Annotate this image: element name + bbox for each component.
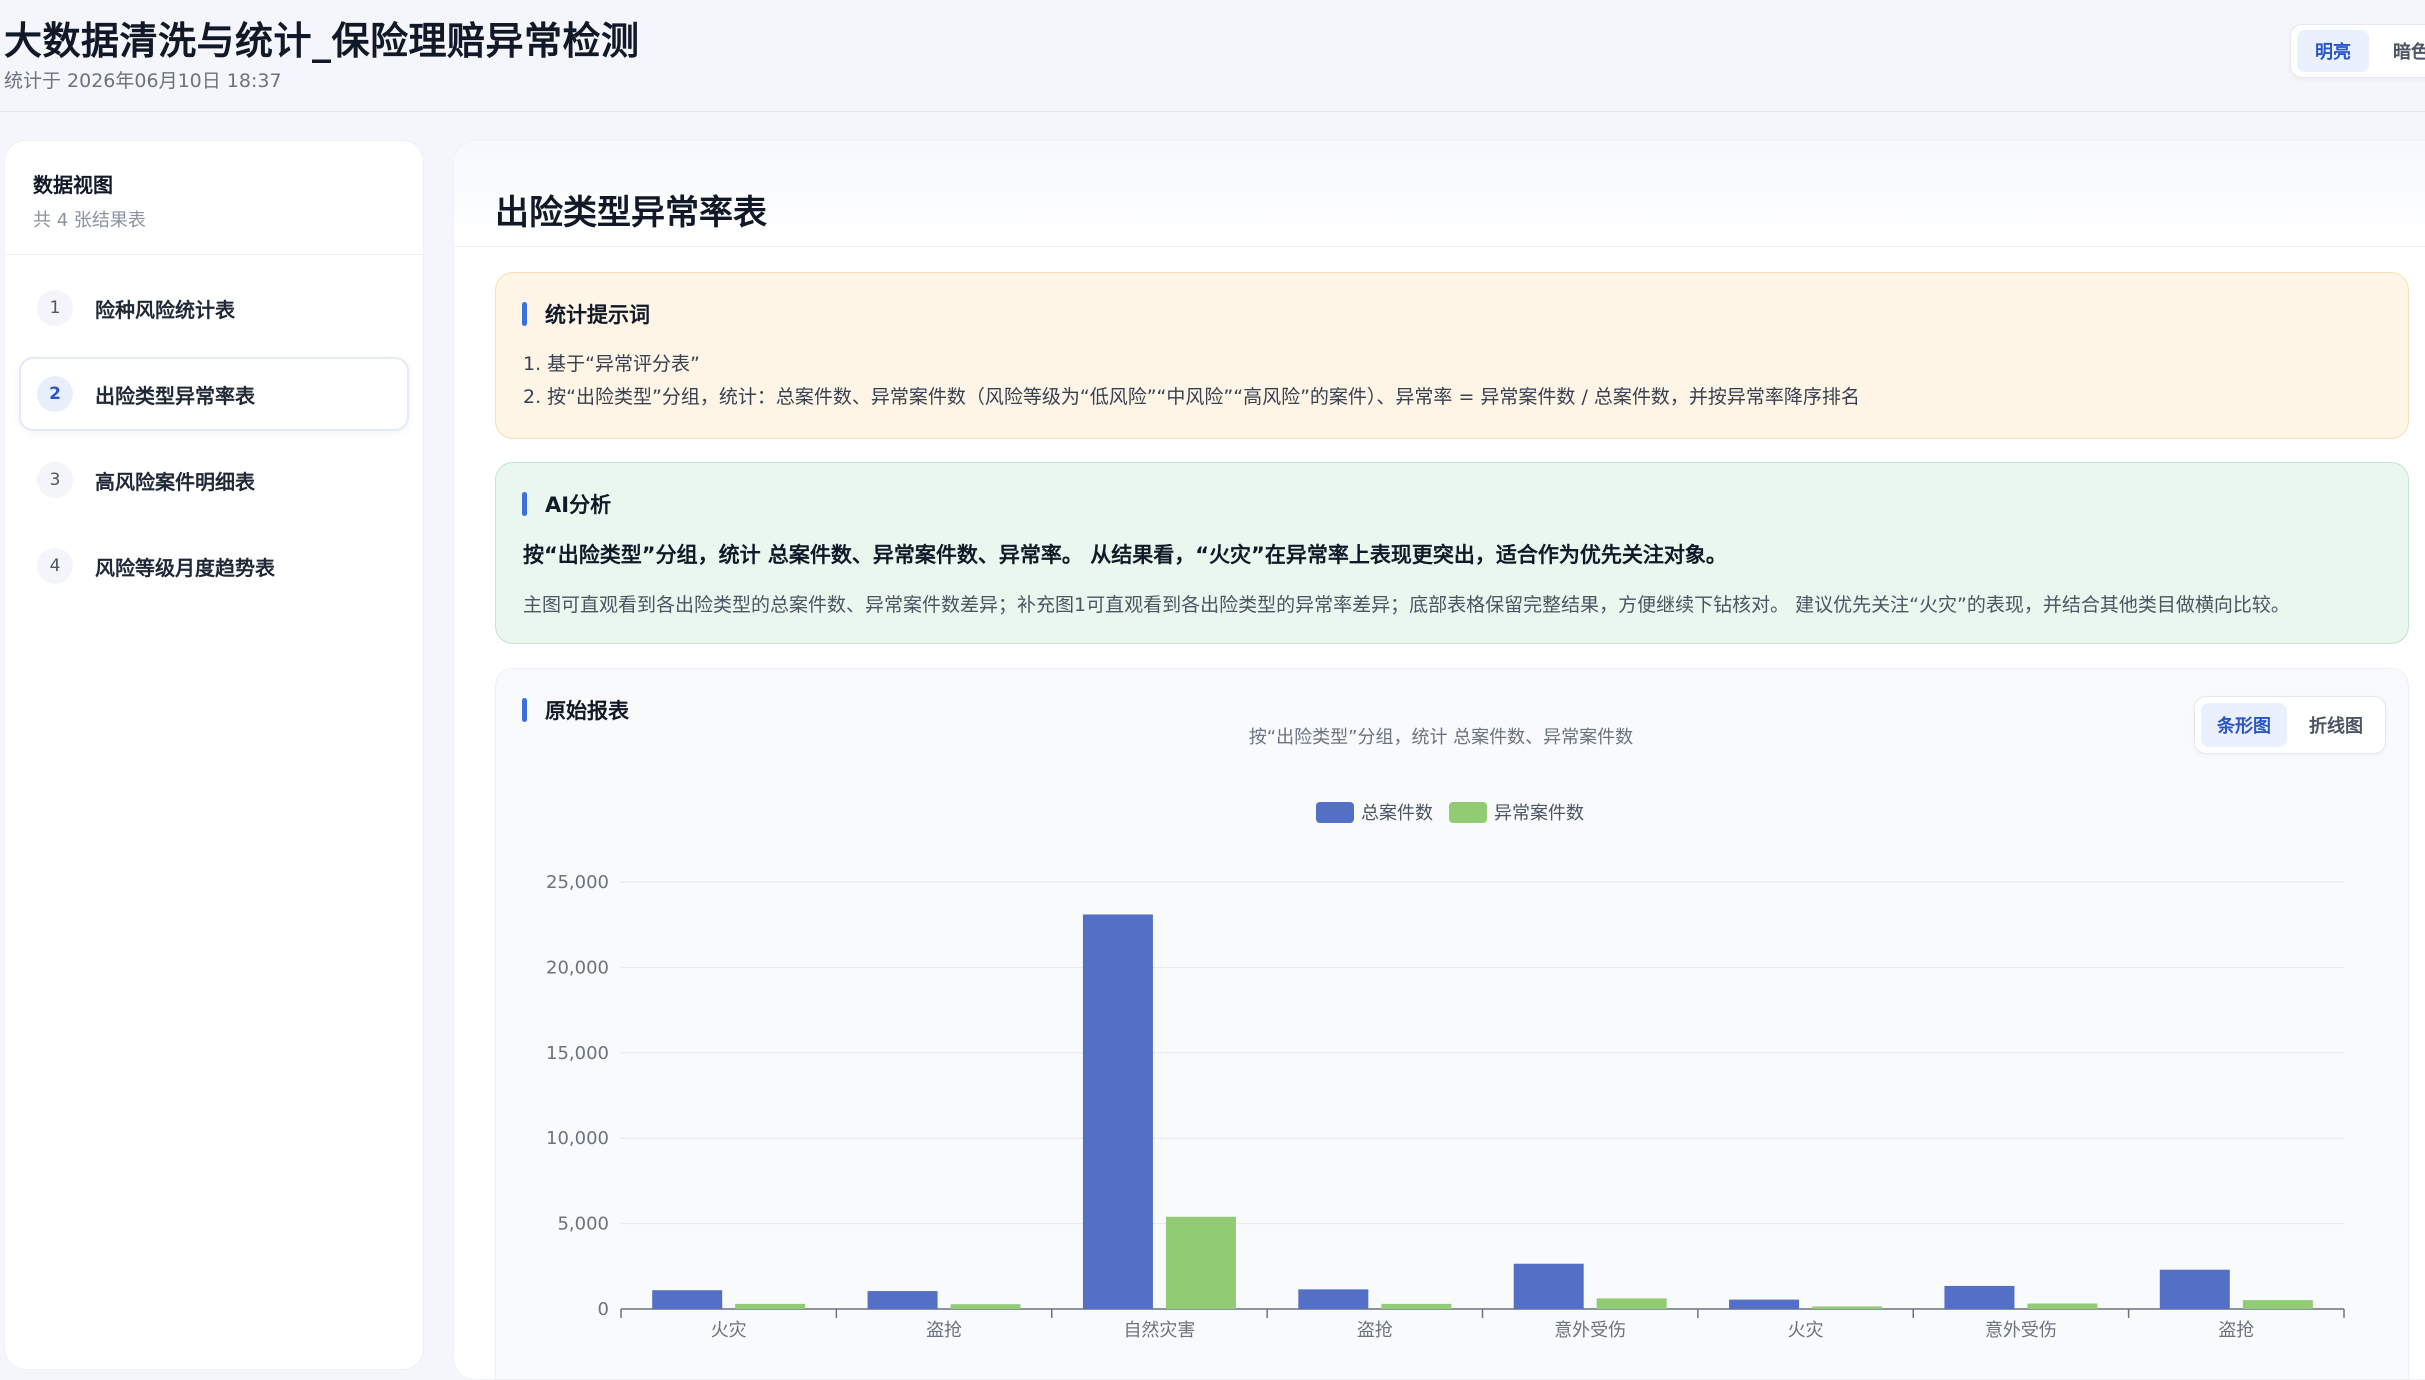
report-heading-label: 原始报表 — [545, 699, 629, 723]
bar-total-cases — [1082, 914, 1153, 1309]
bar-anomaly-cases — [1812, 1306, 1883, 1309]
x-tick-label: 自然灾害 — [1123, 1320, 1195, 1341]
hint-heading-label: 统计提示词 — [545, 303, 650, 327]
sidebar-item-risk-stats[interactable]: 1 险种风险统计表 — [19, 271, 409, 345]
ai-detail: 主图可直观看到各出险类型的总案件数、异常案件数差异；补充图1可直观看到各出险类型… — [523, 594, 2290, 616]
heading-accent-bar — [522, 302, 527, 326]
heading-accent-bar — [522, 492, 527, 516]
y-tick-label: 10,000 — [546, 1128, 609, 1149]
hint-heading: 统计提示词 — [522, 299, 650, 329]
sidebar-item-number: 3 — [37, 462, 73, 498]
legend-swatch — [1316, 802, 1354, 823]
y-tick-label: 0 — [598, 1299, 609, 1320]
sidebar-item-monthly-trend[interactable]: 4 风险等级月度趋势表 — [19, 529, 409, 603]
bar-total-cases — [1513, 1263, 1584, 1309]
sidebar-item-label: 风险等级月度趋势表 — [95, 555, 275, 580]
legend-label: 总案件数 — [1361, 803, 1433, 824]
main-header: 出险类型异常率表 — [454, 141, 2425, 247]
sidebar-item-high-risk-detail[interactable]: 3 高风险案件明细表 — [19, 443, 409, 517]
bar-chart-button[interactable]: 条形图 — [2201, 703, 2287, 747]
sidebar-item-label: 出险类型异常率表 — [95, 383, 255, 408]
sidebar-item-number: 1 — [37, 290, 73, 326]
chart-subtitle: 按“出险类型”分组，统计 总案件数、异常案件数 — [1249, 727, 1633, 748]
page-subtitle: 统计于 2026年06月10日 18:37 — [4, 70, 282, 92]
bar-anomaly-cases — [1165, 1216, 1236, 1309]
ai-heading: AI分析 — [522, 489, 611, 519]
bar-total-cases — [652, 1290, 723, 1309]
legend-swatch — [1449, 802, 1487, 823]
x-tick-label: 盗抢 — [926, 1320, 962, 1341]
y-tick-label: 15,000 — [546, 1043, 609, 1064]
report-heading: 原始报表 — [522, 695, 629, 725]
main-title: 出险类型异常率表 — [495, 193, 767, 233]
hint-line-1: 1. 基于“异常评分表” — [523, 353, 700, 375]
chart-type-toggle: 条形图 折线图 — [2194, 696, 2386, 754]
y-tick-label: 5,000 — [557, 1214, 609, 1235]
sidebar-header: 数据视图 共 4 张结果表 — [5, 141, 423, 255]
bar-anomaly-cases — [1381, 1303, 1452, 1309]
bar-chart: 按“出险类型”分组，统计 总案件数、异常案件数总案件数 异常案件数 0 5,000 10… — [546, 727, 2345, 1341]
app-header: 大数据清洗与统计_保险理赔异常检测 统计于 2026年06月10日 18:37 … — [0, 0, 2425, 112]
sidebar: 数据视图 共 4 张结果表 1 险种风险统计表 2 出险类型异常率表 3 高风险… — [4, 140, 424, 1370]
bar-total-cases — [1298, 1289, 1369, 1309]
sidebar-title: 数据视图 — [33, 173, 113, 197]
bar-total-cases — [867, 1291, 938, 1309]
x-tick-label: 盗抢 — [2218, 1320, 2254, 1341]
report-card: 按“出险类型”分组，统计 总案件数、异常案件数总案件数 异常案件数 0 5,000 10… — [495, 668, 2409, 1379]
theme-toggle: 明亮 暗色 — [2290, 24, 2425, 78]
ai-summary: 按“出险类型”分组，统计 总案件数、异常案件数、异常率。 从结果看，“火灾”在异… — [523, 543, 1727, 567]
bar-anomaly-cases — [2242, 1300, 2313, 1309]
ai-heading-label: AI分析 — [545, 493, 612, 517]
bar-total-cases — [1729, 1299, 1800, 1309]
line-chart-button[interactable]: 折线图 — [2293, 703, 2379, 747]
hint-line-2: 2. 按“出险类型”分组，统计：总案件数、异常案件数（风险等级为“低风险”“中风… — [523, 386, 1860, 408]
bar-anomaly-cases — [735, 1303, 806, 1309]
page-title: 大数据清洗与统计_保险理赔异常检测 — [4, 19, 640, 63]
hint-card: 统计提示词 1. 基于“异常评分表” 2. 按“出险类型”分组，统计：总案件数、… — [495, 272, 2409, 439]
sidebar-subtitle: 共 4 张结果表 — [33, 210, 146, 231]
main-panel: 出险类型异常率表 统计提示词 1. 基于“异常评分表” 2. 按“出险类型”分组… — [453, 140, 2425, 1380]
x-tick-label: 意外受伤 — [1554, 1320, 1626, 1341]
x-tick-label: 盗抢 — [1357, 1320, 1393, 1341]
sidebar-item-anomaly-rate[interactable]: 2 出险类型异常率表 — [19, 357, 409, 431]
x-tick-label: 火灾 — [1788, 1320, 1824, 1341]
sidebar-item-number: 2 — [37, 376, 73, 412]
bar-anomaly-cases — [1596, 1298, 1667, 1309]
legend-label: 异常案件数 — [1494, 803, 1584, 824]
bar-total-cases — [1944, 1285, 2015, 1309]
sidebar-item-number: 4 — [37, 548, 73, 584]
y-tick-label: 25,000 — [546, 872, 609, 893]
theme-light-button[interactable]: 明亮 — [2297, 30, 2369, 72]
x-tick-label: 火灾 — [711, 1320, 747, 1341]
x-tick-label: 意外受伤 — [1985, 1320, 2057, 1341]
bar-anomaly-cases — [2027, 1303, 2098, 1309]
bar-total-cases — [2159, 1269, 2230, 1309]
sidebar-item-label: 高风险案件明细表 — [95, 469, 255, 494]
heading-accent-bar — [522, 698, 527, 722]
theme-dark-button[interactable]: 暗色 — [2375, 30, 2425, 72]
bar-anomaly-cases — [950, 1304, 1021, 1309]
y-tick-label: 20,000 — [546, 957, 609, 978]
sidebar-item-label: 险种风险统计表 — [95, 297, 235, 322]
sidebar-list: 1 险种风险统计表 2 出险类型异常率表 3 高风险案件明细表 4 风险等级月度… — [5, 255, 423, 631]
ai-analysis-card: AI分析 按“出险类型”分组，统计 总案件数、异常案件数、异常率。 从结果看，“… — [495, 462, 2409, 644]
